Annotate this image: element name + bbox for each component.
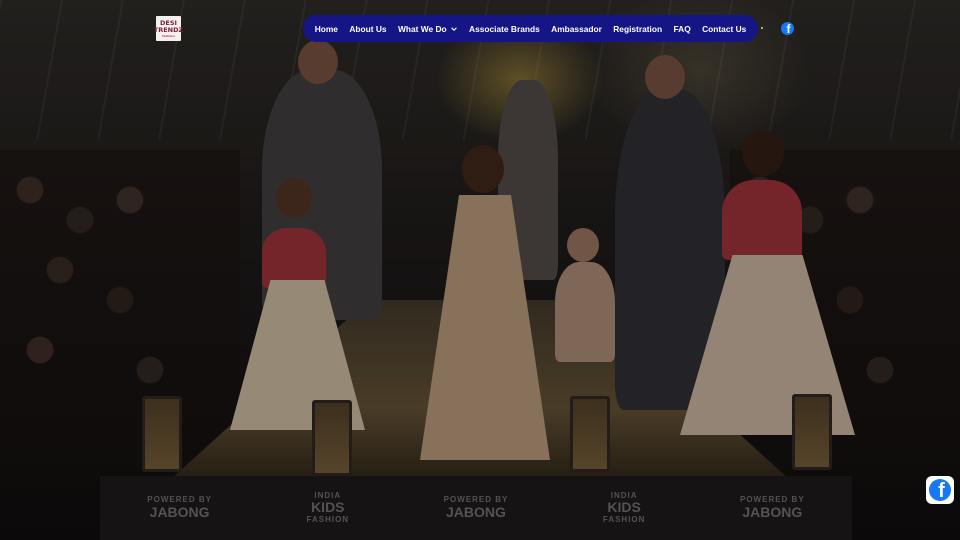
- site-logo[interactable]: DESI TRENDZ fashion: [153, 16, 184, 41]
- nav-item-ambassador[interactable]: Ambassador: [551, 24, 602, 34]
- facebook-floating-button[interactable]: f: [926, 476, 954, 504]
- nav-item-associate-brands[interactable]: Associate Brands: [469, 24, 540, 34]
- nav-item-about-us[interactable]: About Us: [349, 24, 386, 34]
- nav-item-contact-us[interactable]: Contact Us: [702, 24, 746, 34]
- main-navigation: Home About Us What We Do Associate Brand…: [303, 15, 758, 42]
- nav-item-what-we-do[interactable]: What We Do: [398, 24, 458, 34]
- logo-text-line2: TRENDZ: [153, 25, 184, 34]
- facebook-icon: f: [929, 479, 951, 501]
- facebook-icon[interactable]: f: [781, 22, 794, 35]
- hero-background-photo: POWERED BY JABONG INDIA KIDS FASHION POWERE…: [0, 0, 960, 540]
- separator-dot: [761, 27, 763, 29]
- nav-item-faq[interactable]: FAQ: [674, 24, 691, 34]
- nav-item-registration[interactable]: Registration: [613, 24, 662, 34]
- chevron-down-icon: [450, 26, 457, 31]
- nav-item-home[interactable]: Home: [315, 24, 338, 34]
- logo-tagline: fashion: [162, 33, 175, 38]
- dark-overlay: [0, 0, 960, 540]
